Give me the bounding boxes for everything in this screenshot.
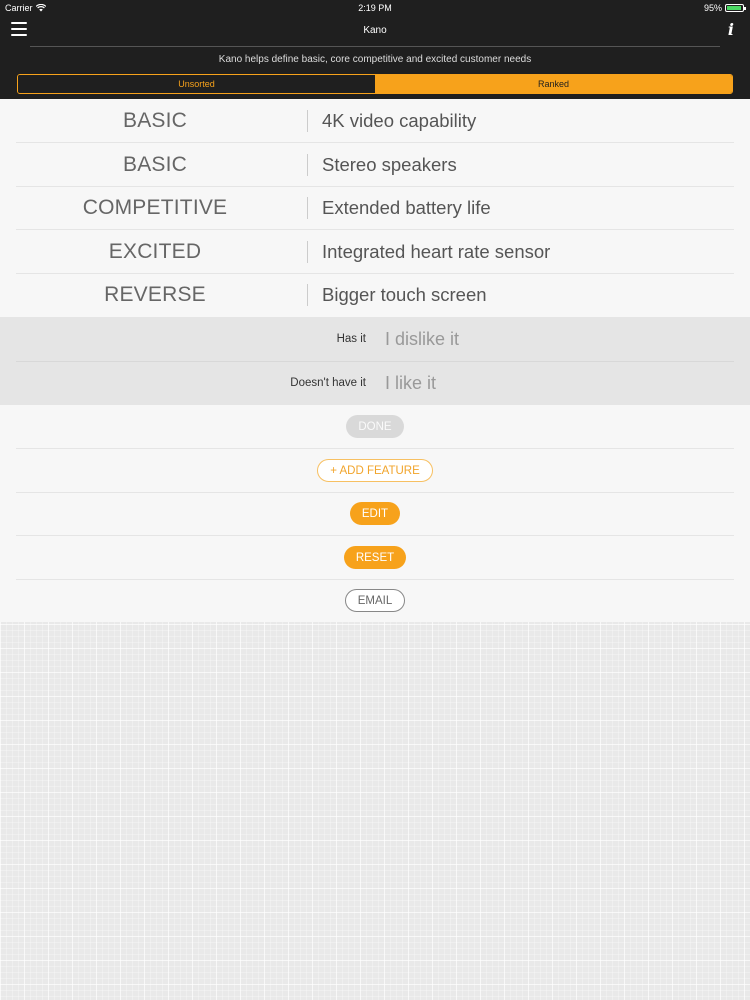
feature-row[interactable]: BASIC Stereo speakers	[0, 143, 750, 186]
feature-category: BASIC	[122, 152, 188, 176]
column-divider	[307, 284, 308, 306]
email-button[interactable]: EMAIL	[344, 589, 406, 612]
status-bar: Carrier 2:19 PM 95%	[0, 0, 750, 16]
top-bar: Carrier 2:19 PM 95% Kano i Kano helps de…	[0, 0, 750, 99]
action-row-reset: RESET	[0, 536, 750, 579]
column-divider	[307, 241, 308, 263]
feature-row[interactable]: EXCITED Integrated heart rate sensor	[0, 230, 750, 273]
feature-name: Extended battery life	[322, 196, 491, 218]
battery-percentage: 95%	[703, 3, 722, 13]
column-divider	[307, 197, 308, 219]
page-title: Kano	[363, 25, 387, 36]
tab-unsorted[interactable]: Unsorted	[18, 75, 375, 93]
feature-name: 4K video capability	[322, 109, 477, 131]
status-time: 2:19 PM	[358, 3, 392, 13]
answer-label: Doesn't have it	[290, 377, 366, 389]
answer-label: Has it	[336, 333, 366, 345]
column-divider	[307, 154, 308, 176]
answer-row-doesnt-have-it[interactable]: Doesn't have it I like it	[0, 361, 750, 405]
feature-category: EXCITED	[108, 239, 202, 263]
feature-row[interactable]: COMPETITIVE Extended battery life	[0, 186, 750, 229]
done-button[interactable]: DONE	[346, 415, 404, 438]
tab-ranked[interactable]: Ranked	[375, 75, 732, 93]
nav-divider	[30, 46, 720, 47]
info-icon[interactable]: i	[728, 20, 734, 39]
feature-row[interactable]: BASIC 4K video capability	[0, 99, 750, 142]
feature-name: Bigger touch screen	[322, 283, 487, 305]
page-subtitle: Kano helps define basic, core competitiv…	[218, 54, 532, 65]
answer-panel: Has it I dislike it Doesn't have it I li…	[0, 317, 750, 405]
status-right: 95%	[703, 3, 746, 13]
view-segmented-control: Unsorted Ranked	[17, 74, 733, 94]
feature-category: COMPETITIVE	[82, 195, 228, 219]
content-panel: BASIC 4K video capability BASIC Stereo s…	[0, 99, 750, 622]
action-row-add-feature: + ADD FEATURE	[0, 449, 750, 492]
answer-value[interactable]: I like it	[385, 361, 436, 405]
answer-value[interactable]: I dislike it	[385, 317, 459, 361]
add-feature-button[interactable]: + ADD FEATURE	[317, 459, 433, 482]
edit-button[interactable]: EDIT	[349, 502, 401, 525]
reset-button[interactable]: RESET	[343, 546, 407, 569]
action-row-edit: EDIT	[0, 492, 750, 535]
feature-name: Integrated heart rate sensor	[322, 240, 551, 262]
action-row-done: DONE	[0, 405, 750, 448]
feature-row-selected[interactable]: REVERSE Bigger touch screen	[0, 273, 750, 316]
answer-row-has-it[interactable]: Has it I dislike it	[0, 317, 750, 362]
action-row-email: EMAIL	[0, 579, 750, 622]
column-divider	[307, 110, 308, 132]
feature-category: BASIC	[122, 108, 188, 132]
battery-level	[727, 6, 742, 10]
feature-name: Stereo speakers	[322, 153, 457, 175]
battery-icon	[725, 4, 746, 12]
feature-category: REVERSE	[104, 282, 206, 306]
